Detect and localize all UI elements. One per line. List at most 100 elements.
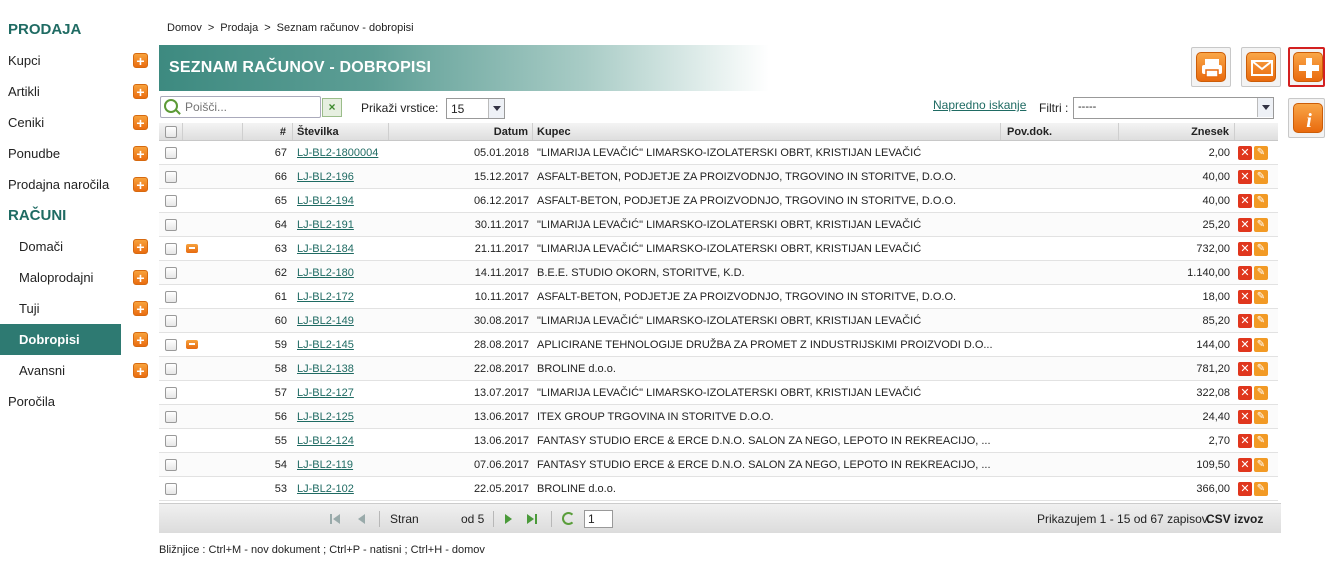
- row-checkbox[interactable]: [165, 314, 177, 327]
- plus-icon[interactable]: +: [133, 270, 148, 285]
- header-datum[interactable]: Datum: [389, 123, 533, 140]
- row-checkbox[interactable]: [165, 410, 177, 423]
- invoice-number-link[interactable]: LJ-BL2-172: [297, 291, 354, 303]
- sidebar-item-tuji[interactable]: Tuji +: [0, 293, 160, 324]
- delete-icon[interactable]: ✕: [1238, 169, 1252, 184]
- row-checkbox[interactable]: [165, 194, 177, 207]
- print-button[interactable]: [1191, 47, 1231, 87]
- prev-page-button[interactable]: [356, 513, 368, 525]
- edit-icon[interactable]: ✎: [1254, 289, 1268, 304]
- sidebar-item-prodajna-narocila[interactable]: Prodajna naročila +: [0, 169, 160, 200]
- delete-icon[interactable]: ✕: [1238, 217, 1252, 232]
- breadcrumb-sales[interactable]: Prodaja: [220, 22, 258, 34]
- plus-icon[interactable]: +: [133, 363, 148, 378]
- search-input[interactable]: [183, 98, 318, 116]
- row-checkbox[interactable]: [165, 290, 177, 303]
- delete-icon[interactable]: ✕: [1238, 385, 1252, 400]
- table-row[interactable]: 54 LJ-BL2-119 07.06.2017 FANTASY STUDIO ERC…: [159, 453, 1278, 477]
- header-povdok[interactable]: Pov.dok.: [1001, 123, 1119, 140]
- invoice-number-link[interactable]: LJ-BL2-145: [297, 339, 354, 351]
- delete-icon[interactable]: ✕: [1238, 193, 1252, 208]
- row-checkbox[interactable]: [165, 218, 177, 231]
- edit-icon[interactable]: ✎: [1254, 193, 1268, 208]
- info-button[interactable]: i: [1288, 98, 1325, 138]
- edit-icon[interactable]: ✎: [1254, 361, 1268, 376]
- delete-icon[interactable]: ✕: [1238, 361, 1252, 376]
- sidebar-item-ceniki[interactable]: Ceniki +: [0, 107, 160, 138]
- breadcrumb-home[interactable]: Domov: [167, 22, 202, 34]
- plus-icon[interactable]: +: [133, 146, 148, 161]
- edit-icon[interactable]: ✎: [1254, 145, 1268, 160]
- table-row[interactable]: 58 LJ-BL2-138 22.08.2017 BROLINE d.o.o. 781,…: [159, 357, 1278, 381]
- refresh-icon[interactable]: [562, 512, 575, 525]
- sidebar-item-dobropisi[interactable]: Dobropisi +: [0, 324, 148, 355]
- last-page-button[interactable]: [527, 513, 539, 525]
- header-stevilka[interactable]: Številka: [293, 123, 389, 140]
- invoice-number-link[interactable]: LJ-BL2-194: [297, 195, 354, 207]
- advanced-search-link[interactable]: Napredno iskanje: [933, 98, 1026, 112]
- clear-search-button[interactable]: ×: [322, 98, 342, 117]
- row-checkbox[interactable]: [165, 266, 177, 279]
- plus-icon[interactable]: +: [133, 53, 148, 68]
- table-row[interactable]: 59 LJ-BL2-145 28.08.2017 APLICIRANE TEHNOLO…: [159, 333, 1278, 357]
- invoice-number-link[interactable]: LJ-BL2-102: [297, 483, 354, 495]
- row-checkbox[interactable]: [165, 458, 177, 471]
- rows-per-page-select[interactable]: 15: [446, 98, 505, 119]
- delete-icon[interactable]: ✕: [1238, 457, 1252, 472]
- edit-icon[interactable]: ✎: [1254, 313, 1268, 328]
- csv-export-link[interactable]: CSV izvoz: [1206, 512, 1263, 526]
- table-row[interactable]: 62 LJ-BL2-180 14.11.2017 B.E.E. STUDIO OKOR…: [159, 261, 1278, 285]
- edit-icon[interactable]: ✎: [1254, 265, 1268, 280]
- sidebar-item-avansni[interactable]: Avansni +: [0, 355, 160, 386]
- email-button[interactable]: [1241, 47, 1281, 87]
- plus-icon[interactable]: +: [133, 115, 148, 130]
- invoice-number-link[interactable]: LJ-BL2-184: [297, 243, 354, 255]
- invoice-number-link[interactable]: LJ-BL2-180: [297, 267, 354, 279]
- invoice-number-link[interactable]: LJ-BL2-1800004: [297, 147, 378, 159]
- table-row[interactable]: 61 LJ-BL2-172 10.11.2017 ASFALT-BETON, PODJ…: [159, 285, 1278, 309]
- row-checkbox[interactable]: [165, 434, 177, 447]
- next-page-button[interactable]: [503, 513, 515, 525]
- header-kupec[interactable]: Kupec: [533, 123, 1001, 140]
- delete-icon[interactable]: ✕: [1238, 481, 1252, 496]
- edit-icon[interactable]: ✎: [1254, 337, 1268, 352]
- edit-icon[interactable]: ✎: [1254, 481, 1268, 496]
- edit-icon[interactable]: ✎: [1254, 457, 1268, 472]
- delete-icon[interactable]: ✕: [1238, 241, 1252, 256]
- invoice-number-link[interactable]: LJ-BL2-138: [297, 363, 354, 375]
- plus-icon[interactable]: +: [133, 332, 148, 347]
- plus-icon[interactable]: +: [133, 177, 148, 192]
- edit-icon[interactable]: ✎: [1254, 169, 1268, 184]
- delete-icon[interactable]: ✕: [1238, 313, 1252, 328]
- delete-icon[interactable]: ✕: [1238, 409, 1252, 424]
- edit-icon[interactable]: ✎: [1254, 409, 1268, 424]
- invoice-number-link[interactable]: LJ-BL2-127: [297, 387, 354, 399]
- row-checkbox[interactable]: [165, 170, 177, 183]
- invoice-number-link[interactable]: LJ-BL2-124: [297, 435, 354, 447]
- sidebar-item-maloprodajni[interactable]: Maloprodajni +: [0, 262, 160, 293]
- row-checkbox[interactable]: [165, 362, 177, 375]
- invoice-number-link[interactable]: LJ-BL2-196: [297, 171, 354, 183]
- table-row[interactable]: 65 LJ-BL2-194 06.12.2017 ASFALT-BETON, PODJ…: [159, 189, 1278, 213]
- table-row[interactable]: 53 LJ-BL2-102 22.05.2017 BROLINE d.o.o. 366,…: [159, 477, 1278, 501]
- row-checkbox[interactable]: [165, 386, 177, 399]
- table-row[interactable]: 66 LJ-BL2-196 15.12.2017 ASFALT-BETON, PODJ…: [159, 165, 1278, 189]
- delete-icon[interactable]: ✕: [1238, 337, 1252, 352]
- edit-icon[interactable]: ✎: [1254, 217, 1268, 232]
- header-znesek[interactable]: Znesek: [1119, 123, 1235, 140]
- table-row[interactable]: 55 LJ-BL2-124 13.06.2017 FANTASY STUDIO ERC…: [159, 429, 1278, 453]
- page-number-input[interactable]: 1: [584, 510, 613, 528]
- plus-icon[interactable]: +: [133, 239, 148, 254]
- plus-icon[interactable]: +: [133, 301, 148, 316]
- delete-icon[interactable]: ✕: [1238, 145, 1252, 160]
- sidebar-item-domaci[interactable]: Domači +: [0, 231, 160, 262]
- select-all-checkbox[interactable]: [164, 125, 177, 138]
- table-row[interactable]: 64 LJ-BL2-191 30.11.2017 "LIMARIJA LEVAČIĆ"…: [159, 213, 1278, 237]
- first-page-button[interactable]: [330, 513, 342, 525]
- edit-icon[interactable]: ✎: [1254, 385, 1268, 400]
- delete-icon[interactable]: ✕: [1238, 265, 1252, 280]
- add-document-button[interactable]: [1288, 47, 1325, 87]
- table-row[interactable]: 67 LJ-BL2-1800004 05.01.2018 "LIMARIJA LEVA…: [159, 141, 1278, 165]
- edit-icon[interactable]: ✎: [1254, 433, 1268, 448]
- row-checkbox[interactable]: [165, 482, 177, 495]
